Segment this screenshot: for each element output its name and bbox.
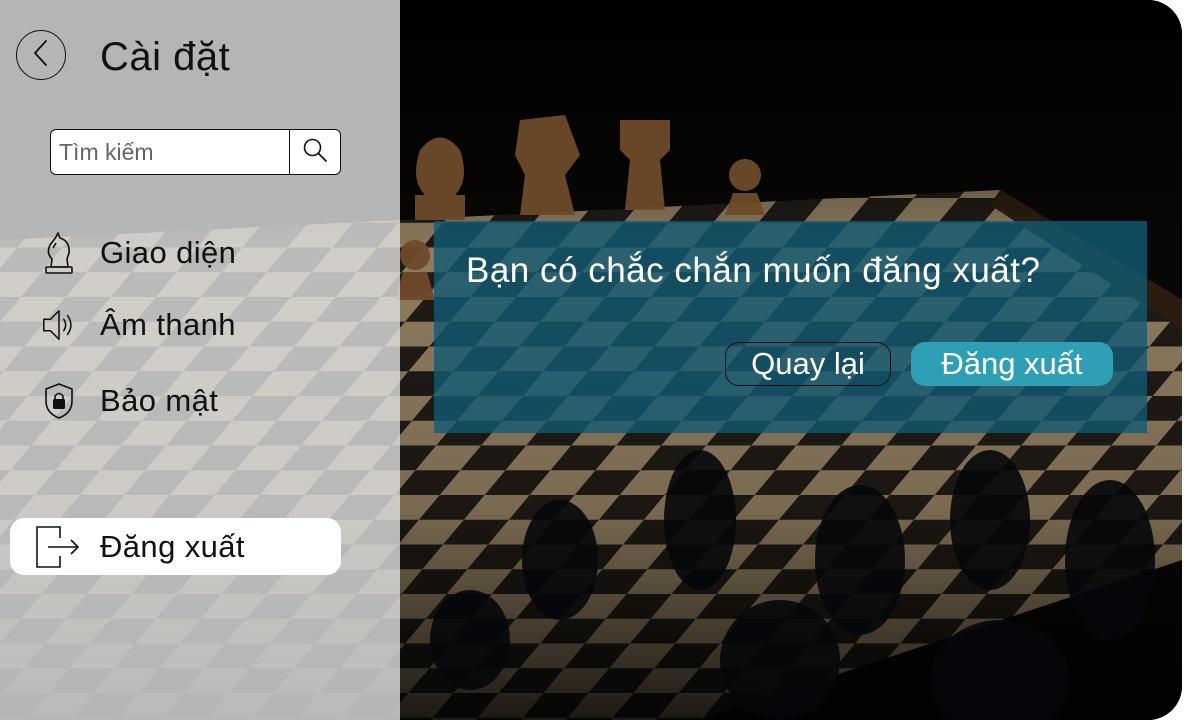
search-button[interactable]	[289, 130, 340, 174]
chevron-left-icon	[30, 38, 52, 73]
search-input[interactable]	[51, 130, 289, 174]
sidebar-item-logout[interactable]: Đăng xuất	[10, 518, 341, 575]
sidebar-item-sound[interactable]: Âm thanh	[40, 300, 360, 350]
logout-confirm-dialog: Bạn có chắc chắn muốn đăng xuất? Quay lạ…	[434, 221, 1147, 433]
settings-sidebar: Cài đặt Giao diện Âm thanh	[0, 0, 400, 720]
cancel-button[interactable]: Quay lại	[725, 342, 891, 386]
sidebar-item-label: Âm thanh	[100, 307, 236, 342]
search-icon	[302, 137, 328, 168]
search-box	[50, 129, 341, 175]
chess-knight-icon	[40, 230, 78, 276]
sidebar-item-appearance[interactable]: Giao diện	[40, 228, 360, 278]
page-title: Cài đặt	[100, 35, 231, 79]
dialog-message: Bạn có chắc chắn muốn đăng xuất?	[466, 251, 1041, 290]
app-window: Cài đặt Giao diện Âm thanh	[0, 0, 1182, 720]
sidebar-item-security[interactable]: Bảo mật	[40, 376, 360, 426]
logout-icon	[34, 523, 82, 571]
speaker-icon	[40, 302, 78, 348]
confirm-logout-button[interactable]: Đăng xuất	[911, 342, 1113, 386]
sidebar-item-label: Bảo mật	[100, 383, 219, 418]
sidebar-item-label: Đăng xuất	[100, 528, 245, 564]
back-button[interactable]	[16, 30, 66, 80]
shield-lock-icon	[40, 378, 78, 424]
sidebar-item-label: Giao diện	[100, 235, 237, 270]
